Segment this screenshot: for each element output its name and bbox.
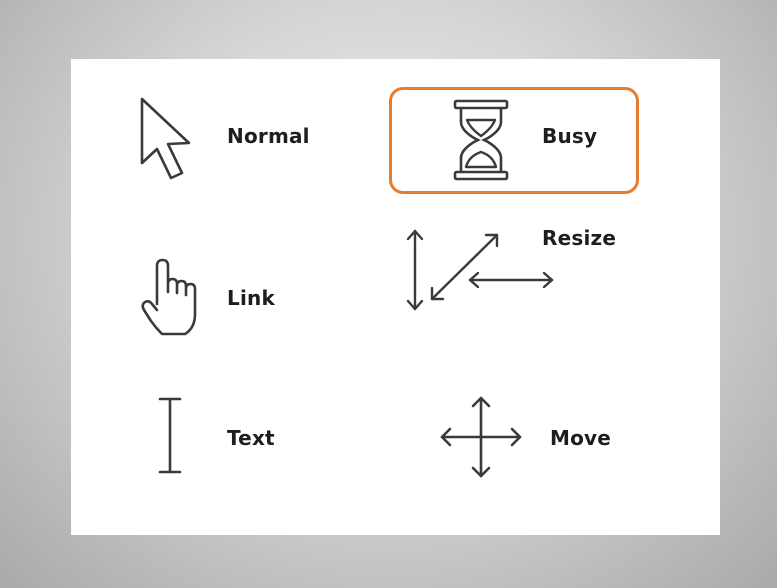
move-label: Move [550,426,612,450]
normal-label: Normal [227,124,310,148]
link-label: Link [227,286,275,310]
busy-label: Busy [542,124,598,148]
move-arrows-icon [438,394,524,480]
arrow-pointer-icon [138,96,204,182]
resize-label: Resize [542,226,617,250]
hourglass-icon [452,98,510,182]
busy-highlight-box [389,87,639,194]
resize-arrows-icon [400,225,560,315]
text-label: Text [227,426,275,450]
i-beam-icon [156,396,184,476]
pointing-hand-icon [140,258,204,338]
